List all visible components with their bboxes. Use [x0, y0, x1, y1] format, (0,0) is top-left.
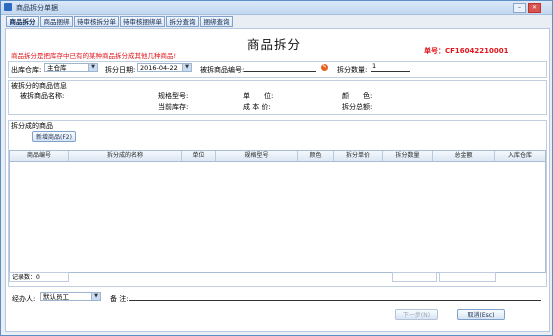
warehouse-label: 出库仓库:	[11, 66, 42, 74]
warehouse-value: 主仓库	[47, 64, 67, 72]
chevron-down-icon[interactable]: ▼	[88, 64, 97, 71]
title-bar: 商品拆分单据 – ✕	[1, 1, 552, 15]
tab-split-query[interactable]: 拆分查询	[166, 16, 199, 27]
remark-input[interactable]	[129, 291, 541, 301]
total-label: 拆分总额:	[342, 103, 373, 111]
record-label: 记录数：	[12, 274, 37, 281]
date-value: 2016-04-22	[140, 64, 178, 72]
qty-label: 拆分数量:	[337, 66, 368, 74]
tab-bundle[interactable]: 商品捆绑	[40, 16, 73, 27]
unit-label: 单 位:	[243, 92, 274, 100]
next-step-button[interactable]: 下一步(N)	[395, 309, 438, 320]
tab-bundle-query[interactable]: 捆绑查询	[200, 16, 233, 27]
column-header[interactable]: 拆分数量	[383, 151, 433, 161]
product-code-input[interactable]	[244, 62, 316, 72]
split-info-box	[8, 80, 547, 115]
main-window: 商品拆分单据 – ✕ 商品拆分 商品捆绑 待审核拆分单 待审核捆绑单 拆分查询 …	[0, 0, 553, 336]
record-count: 0	[36, 274, 40, 281]
warehouse-select[interactable]: 主仓库 ▼	[44, 63, 98, 72]
calendar-dropdown-icon[interactable]: ▼	[182, 64, 191, 71]
search-icon[interactable]: ✎	[321, 64, 328, 71]
column-header[interactable]: 拆分单价	[334, 151, 383, 161]
column-header[interactable]: 入库仓库	[495, 151, 545, 161]
handler-select[interactable]: 默认员工 ▼	[40, 292, 101, 301]
page-title: 商品拆分	[247, 37, 302, 52]
product-code-label: 被拆商品编号:	[200, 66, 245, 74]
date-label: 拆分日期:	[105, 66, 136, 74]
name-label: 被拆商品名称:	[20, 92, 65, 100]
tab-pending-split[interactable]: 待审核拆分单	[74, 16, 119, 27]
qty-total-cell	[392, 272, 437, 282]
column-header[interactable]: 单位	[182, 151, 216, 161]
notice-text: 商品拆分是把库存中已有的某种商品拆分成其他几种商品!	[11, 52, 177, 60]
cancel-button[interactable]: 取消(Esc)	[457, 309, 505, 320]
amount-total-cell	[439, 272, 496, 282]
color-label: 颜 色:	[342, 92, 373, 100]
split-info-title: 被拆分的商品信息	[11, 82, 67, 90]
minimize-icon[interactable]: –	[513, 3, 526, 13]
tab-pending-bundle[interactable]: 待审核捆绑单	[120, 16, 165, 27]
add-product-button[interactable]: 新增商品(F2)	[32, 131, 76, 142]
window-title: 商品拆分单据	[16, 4, 58, 12]
tab-split[interactable]: 商品拆分	[6, 16, 39, 27]
column-header[interactable]: 规格型号	[216, 151, 298, 161]
order-number: 单号：CF16042210001	[424, 47, 509, 55]
content-area: 商品拆分 商品拆分是把库存中已有的某种商品拆分成其他几种商品! 单号：CF160…	[5, 28, 550, 332]
close-icon[interactable]: ✕	[528, 3, 541, 13]
items-group-title: 拆分成的商品	[11, 122, 53, 130]
column-header[interactable]: 颜色	[298, 151, 334, 161]
remark-label: 备 注:	[110, 295, 129, 303]
handler-label: 经办人:	[12, 295, 36, 303]
grid-header: 商品编号 拆分成的名称 单位 规格型号 颜色 拆分单价 拆分数量 总金额 入库仓…	[10, 151, 545, 162]
spec-label: 规格型号:	[158, 92, 189, 100]
items-grid: 商品编号 拆分成的名称 单位 规格型号 颜色 拆分单价 拆分数量 总金额 入库仓…	[9, 150, 546, 273]
record-count-cell: 记录数：0	[9, 272, 69, 282]
date-picker[interactable]: 2016-04-22 ▼	[137, 63, 192, 72]
stock-label: 当前库存:	[158, 103, 189, 111]
handler-value: 默认员工	[43, 293, 69, 301]
app-icon	[4, 3, 12, 11]
qty-input[interactable]: 1	[371, 62, 410, 72]
column-header[interactable]: 商品编号	[10, 151, 69, 161]
chevron-down-icon[interactable]: ▼	[91, 293, 100, 300]
column-header[interactable]: 拆分成的名称	[69, 151, 182, 161]
column-header[interactable]: 总金额	[433, 151, 495, 161]
cost-label: 成 本 价:	[243, 103, 271, 111]
